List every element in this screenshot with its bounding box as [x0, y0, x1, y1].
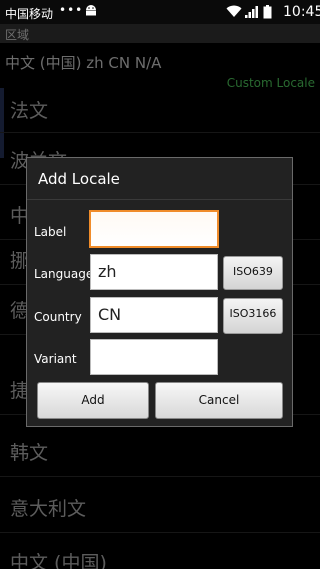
signal-icon: [245, 6, 258, 18]
add-locale-dialog: Add Locale Label Language zh ISO639 Coun…: [26, 157, 293, 427]
android-icon: [86, 5, 96, 16]
wifi-icon: [226, 5, 242, 17]
notification-dots: •••: [59, 3, 84, 17]
clock: 10:45: [283, 4, 320, 20]
variant-input[interactable]: [90, 339, 218, 375]
cancel-button[interactable]: Cancel: [155, 382, 283, 419]
screen: 中国移动 ••• 10:45 区域 中文 (中国) zh CN N/A Cust…: [0, 0, 320, 569]
variant-field-label: Variant: [34, 352, 77, 366]
dialog-title: Add Locale: [38, 170, 120, 188]
country-input[interactable]: CN: [90, 297, 218, 333]
language-input[interactable]: zh: [90, 254, 218, 290]
iso639-button[interactable]: ISO639: [223, 256, 283, 290]
language-field-label: Language: [34, 267, 94, 281]
label-input[interactable]: [89, 210, 219, 248]
dialog-divider: [27, 199, 292, 200]
label-field-label: Label: [34, 225, 67, 239]
iso3166-button[interactable]: ISO3166: [223, 298, 283, 334]
status-bar: 中国移动 ••• 10:45: [0, 0, 320, 24]
carrier-name: 中国移动: [5, 7, 54, 21]
battery-icon: [263, 5, 272, 19]
add-button[interactable]: Add: [37, 382, 149, 419]
country-field-label: Country: [34, 310, 82, 324]
